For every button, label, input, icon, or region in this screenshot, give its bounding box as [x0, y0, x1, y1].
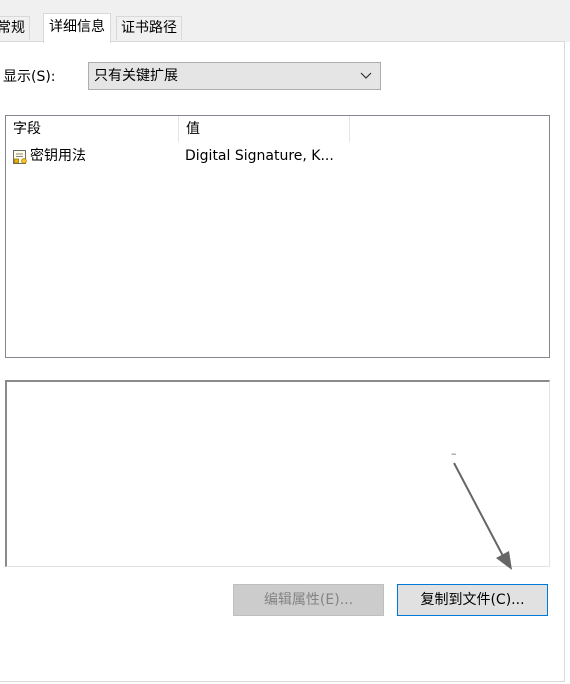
panel-border-bottom [0, 681, 565, 682]
column-header-field[interactable]: 字段 [6, 116, 178, 142]
edit-properties-button: 编辑属性(E)... [233, 584, 384, 616]
panel-border-right [564, 41, 565, 681]
tab-general[interactable]: 常规 [0, 16, 30, 40]
tab-cert-path[interactable]: 证书路径 [116, 16, 182, 40]
tab-details[interactable]: 详细信息 [43, 13, 111, 43]
field-detail-textbox[interactable] [5, 380, 550, 567]
certificate-field-icon [13, 150, 27, 164]
show-label: 显示(S): [3, 69, 56, 85]
show-dropdown[interactable]: 只有关键扩展 [88, 62, 381, 90]
field-name: 密钥用法 [30, 148, 86, 164]
list-header: 字段 值 [6, 116, 549, 142]
column-header-value[interactable]: 值 [179, 116, 349, 142]
show-dropdown-value: 只有关键扩展 [94, 68, 178, 84]
chevron-down-icon [360, 72, 372, 79]
column-divider[interactable] [349, 116, 350, 142]
field-list[interactable]: 字段 值 密钥用法 Digital Signature, K... [5, 115, 550, 358]
field-value: Digital Signature, K... [185, 148, 334, 164]
copy-to-file-button[interactable]: 复制到文件(C)... [397, 584, 548, 616]
list-item[interactable]: 密钥用法 Digital Signature, K... [6, 144, 549, 168]
